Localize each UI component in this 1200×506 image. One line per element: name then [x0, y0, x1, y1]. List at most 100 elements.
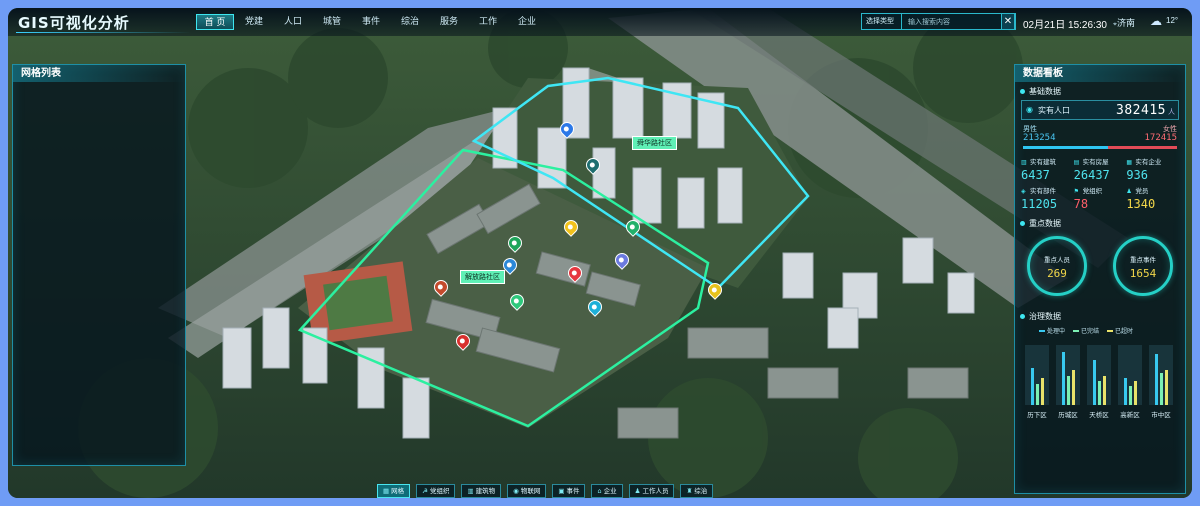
stat-card[interactable]: ▤ 实有房屋 26437 [1074, 156, 1127, 182]
key-events-ring[interactable]: 重点事件 1654 [1113, 236, 1173, 296]
bar[interactable] [1072, 370, 1075, 405]
city-label: 济南 [1116, 18, 1135, 28]
bar[interactable] [1036, 383, 1039, 405]
gender-bar [1023, 146, 1177, 149]
bar-category-label: 市中区 [1151, 412, 1171, 419]
nav-home[interactable]: 首 页 [196, 14, 234, 30]
bar[interactable] [1031, 367, 1034, 405]
layer-button[interactable]: ◉ 物联网 [507, 484, 547, 498]
stat-label-text: 实有建筑 [1030, 159, 1056, 166]
stat-icon: ◈ [1021, 189, 1026, 195]
bar[interactable] [1129, 386, 1132, 405]
nav-service[interactable]: 服务 [430, 14, 468, 30]
stat-label: ◈ 实有部件 [1021, 185, 1074, 195]
stat-card[interactable]: ◈ 实有部件 11205 [1021, 185, 1074, 211]
layer-button-label: 工作人员 [642, 487, 669, 495]
section-title: 重点数据 [1015, 217, 1185, 230]
nav-governance[interactable]: 综治 [391, 14, 429, 30]
bar[interactable] [1041, 378, 1044, 405]
bar[interactable] [1160, 373, 1163, 405]
temperature: 12° [1166, 16, 1179, 25]
main-nav: 首 页 党建 人口 城管 事件 综治 服务 工作 企业 [196, 14, 547, 30]
stat-label-text: 实有部件 [1030, 188, 1056, 195]
stat-value: 26437 [1073, 168, 1110, 182]
population-icon: ◉ [1026, 105, 1033, 114]
bar[interactable] [1103, 375, 1106, 405]
ring-label: 重点事件 [1130, 257, 1156, 264]
population-card: ◉ 实有人口 382415 人 [1021, 100, 1179, 120]
stat-label-text: 实有企业 [1135, 159, 1162, 166]
nav-population[interactable]: 人口 [274, 14, 312, 30]
top-bar: GIS可视化分析 首 页 党建 人口 城管 事件 综治 服务 工作 企业 选择类… [8, 8, 1192, 36]
stat-icon: ▥ [1021, 160, 1027, 166]
nav-party[interactable]: 党建 [235, 14, 273, 30]
legend-swatch [1107, 330, 1114, 333]
layer-button[interactable]: ▥ 建筑物 [461, 484, 502, 498]
bar[interactable] [1067, 375, 1070, 405]
ring-value: 1654 [1129, 267, 1157, 280]
close-icon[interactable]: ✕ [1001, 13, 1015, 30]
bar-category-label: 历城区 [1058, 412, 1078, 419]
layer-button[interactable]: ♟ 工作人员 [628, 484, 675, 498]
search-input[interactable]: 输入搜索内容 [902, 17, 950, 27]
datetime: 02月21日 15:26:30 [1023, 20, 1107, 31]
app-frame: ▼济南市▼历下区▼建新街道▼解放路社区解放路社区一网格解放路社区二网格▶雅居园社… [8, 8, 1192, 498]
nav-events[interactable]: 事件 [352, 14, 390, 30]
key-persons-ring[interactable]: 重点人员 269 [1027, 236, 1087, 296]
nav-work[interactable]: 工作 [469, 14, 507, 30]
app-title: GIS可视化分析 [18, 14, 130, 32]
bar[interactable] [1165, 370, 1168, 405]
legend-label: 处理中 [1047, 329, 1066, 335]
panel-title: 数据看板 [1015, 65, 1185, 82]
stat-icon: ♟ [1126, 189, 1132, 195]
layer-button-label: 网格 [391, 487, 405, 495]
ring-label: 重点人员 [1044, 257, 1070, 264]
layer-button[interactable]: ♜ 综治 [680, 484, 714, 498]
layer-button-label: 综治 [694, 487, 708, 495]
search-type-select[interactable]: 选择类型 [862, 14, 902, 29]
stat-value: 11205 [1021, 197, 1058, 211]
cloud-rain-icon: ☁ [1150, 14, 1162, 28]
stat-card[interactable]: ▦ 实有企业 936 [1126, 156, 1179, 182]
legend-item: 处理中 [1039, 326, 1065, 335]
grid-icon: ▦ [383, 487, 390, 495]
stat-value: 78 [1073, 197, 1089, 211]
male-bar-fill [1023, 146, 1109, 149]
stat-card[interactable]: ⚑ 党组织 78 [1074, 185, 1127, 211]
map-label-shunhua[interactable]: 舜华路社区 [632, 136, 677, 150]
stat-label: ▤ 实有房屋 [1074, 156, 1127, 166]
bar-group [1149, 345, 1173, 405]
bar-category-label: 历下区 [1027, 412, 1047, 419]
event-icon: ▣ [558, 487, 565, 495]
bar[interactable] [1134, 381, 1137, 405]
chart-legend: 处理中 已完结 已超时 [1015, 323, 1185, 335]
bar-group [1118, 345, 1142, 405]
map-label-jiefang[interactable]: 解放路社区 [460, 270, 505, 284]
layer-button[interactable]: ☭ 党组织 [416, 484, 456, 498]
governance-icon: ♜ [686, 487, 693, 495]
data-board-panel: 数据看板 基础数据 ◉ 实有人口 382415 人 男性 女性 213254 1… [1014, 64, 1186, 494]
building-icon: ▥ [467, 487, 474, 495]
bar[interactable] [1062, 351, 1065, 405]
stat-card[interactable]: ♟ 党员 1340 [1126, 185, 1179, 211]
stat-value: 936 [1126, 168, 1149, 182]
legend-label: 已超时 [1115, 329, 1134, 335]
nav-enterprise[interactable]: 企业 [508, 14, 546, 30]
layer-button[interactable]: ⌂ 企业 [591, 484, 623, 498]
stat-label: ♟ 党员 [1126, 185, 1179, 195]
bar[interactable] [1093, 359, 1096, 405]
nav-city-management[interactable]: 城管 [313, 14, 351, 30]
stat-icon: ⚑ [1073, 189, 1080, 195]
layer-button[interactable]: ▣ 事件 [552, 484, 586, 498]
bar[interactable] [1098, 381, 1101, 405]
bar[interactable] [1124, 378, 1127, 405]
stat-card[interactable]: ▥ 实有建筑 6437 [1021, 156, 1074, 182]
layer-toolbar: ▦ 网格 ☭ 党组织 ▥ 建筑物 ◉ 物联网 ▣ 事件 ⌂ 企业 ♟ 工作人员 ♜ 综治 [377, 484, 714, 498]
section-title: 治理数据 [1015, 310, 1185, 323]
bar[interactable] [1155, 354, 1158, 405]
iot-icon: ◉ [513, 487, 519, 495]
staff-icon: ♟ [634, 487, 641, 495]
layer-button[interactable]: ▦ 网格 [377, 484, 411, 498]
layer-button-label: 建筑物 [475, 487, 496, 495]
ring-value: 269 [1047, 267, 1067, 280]
